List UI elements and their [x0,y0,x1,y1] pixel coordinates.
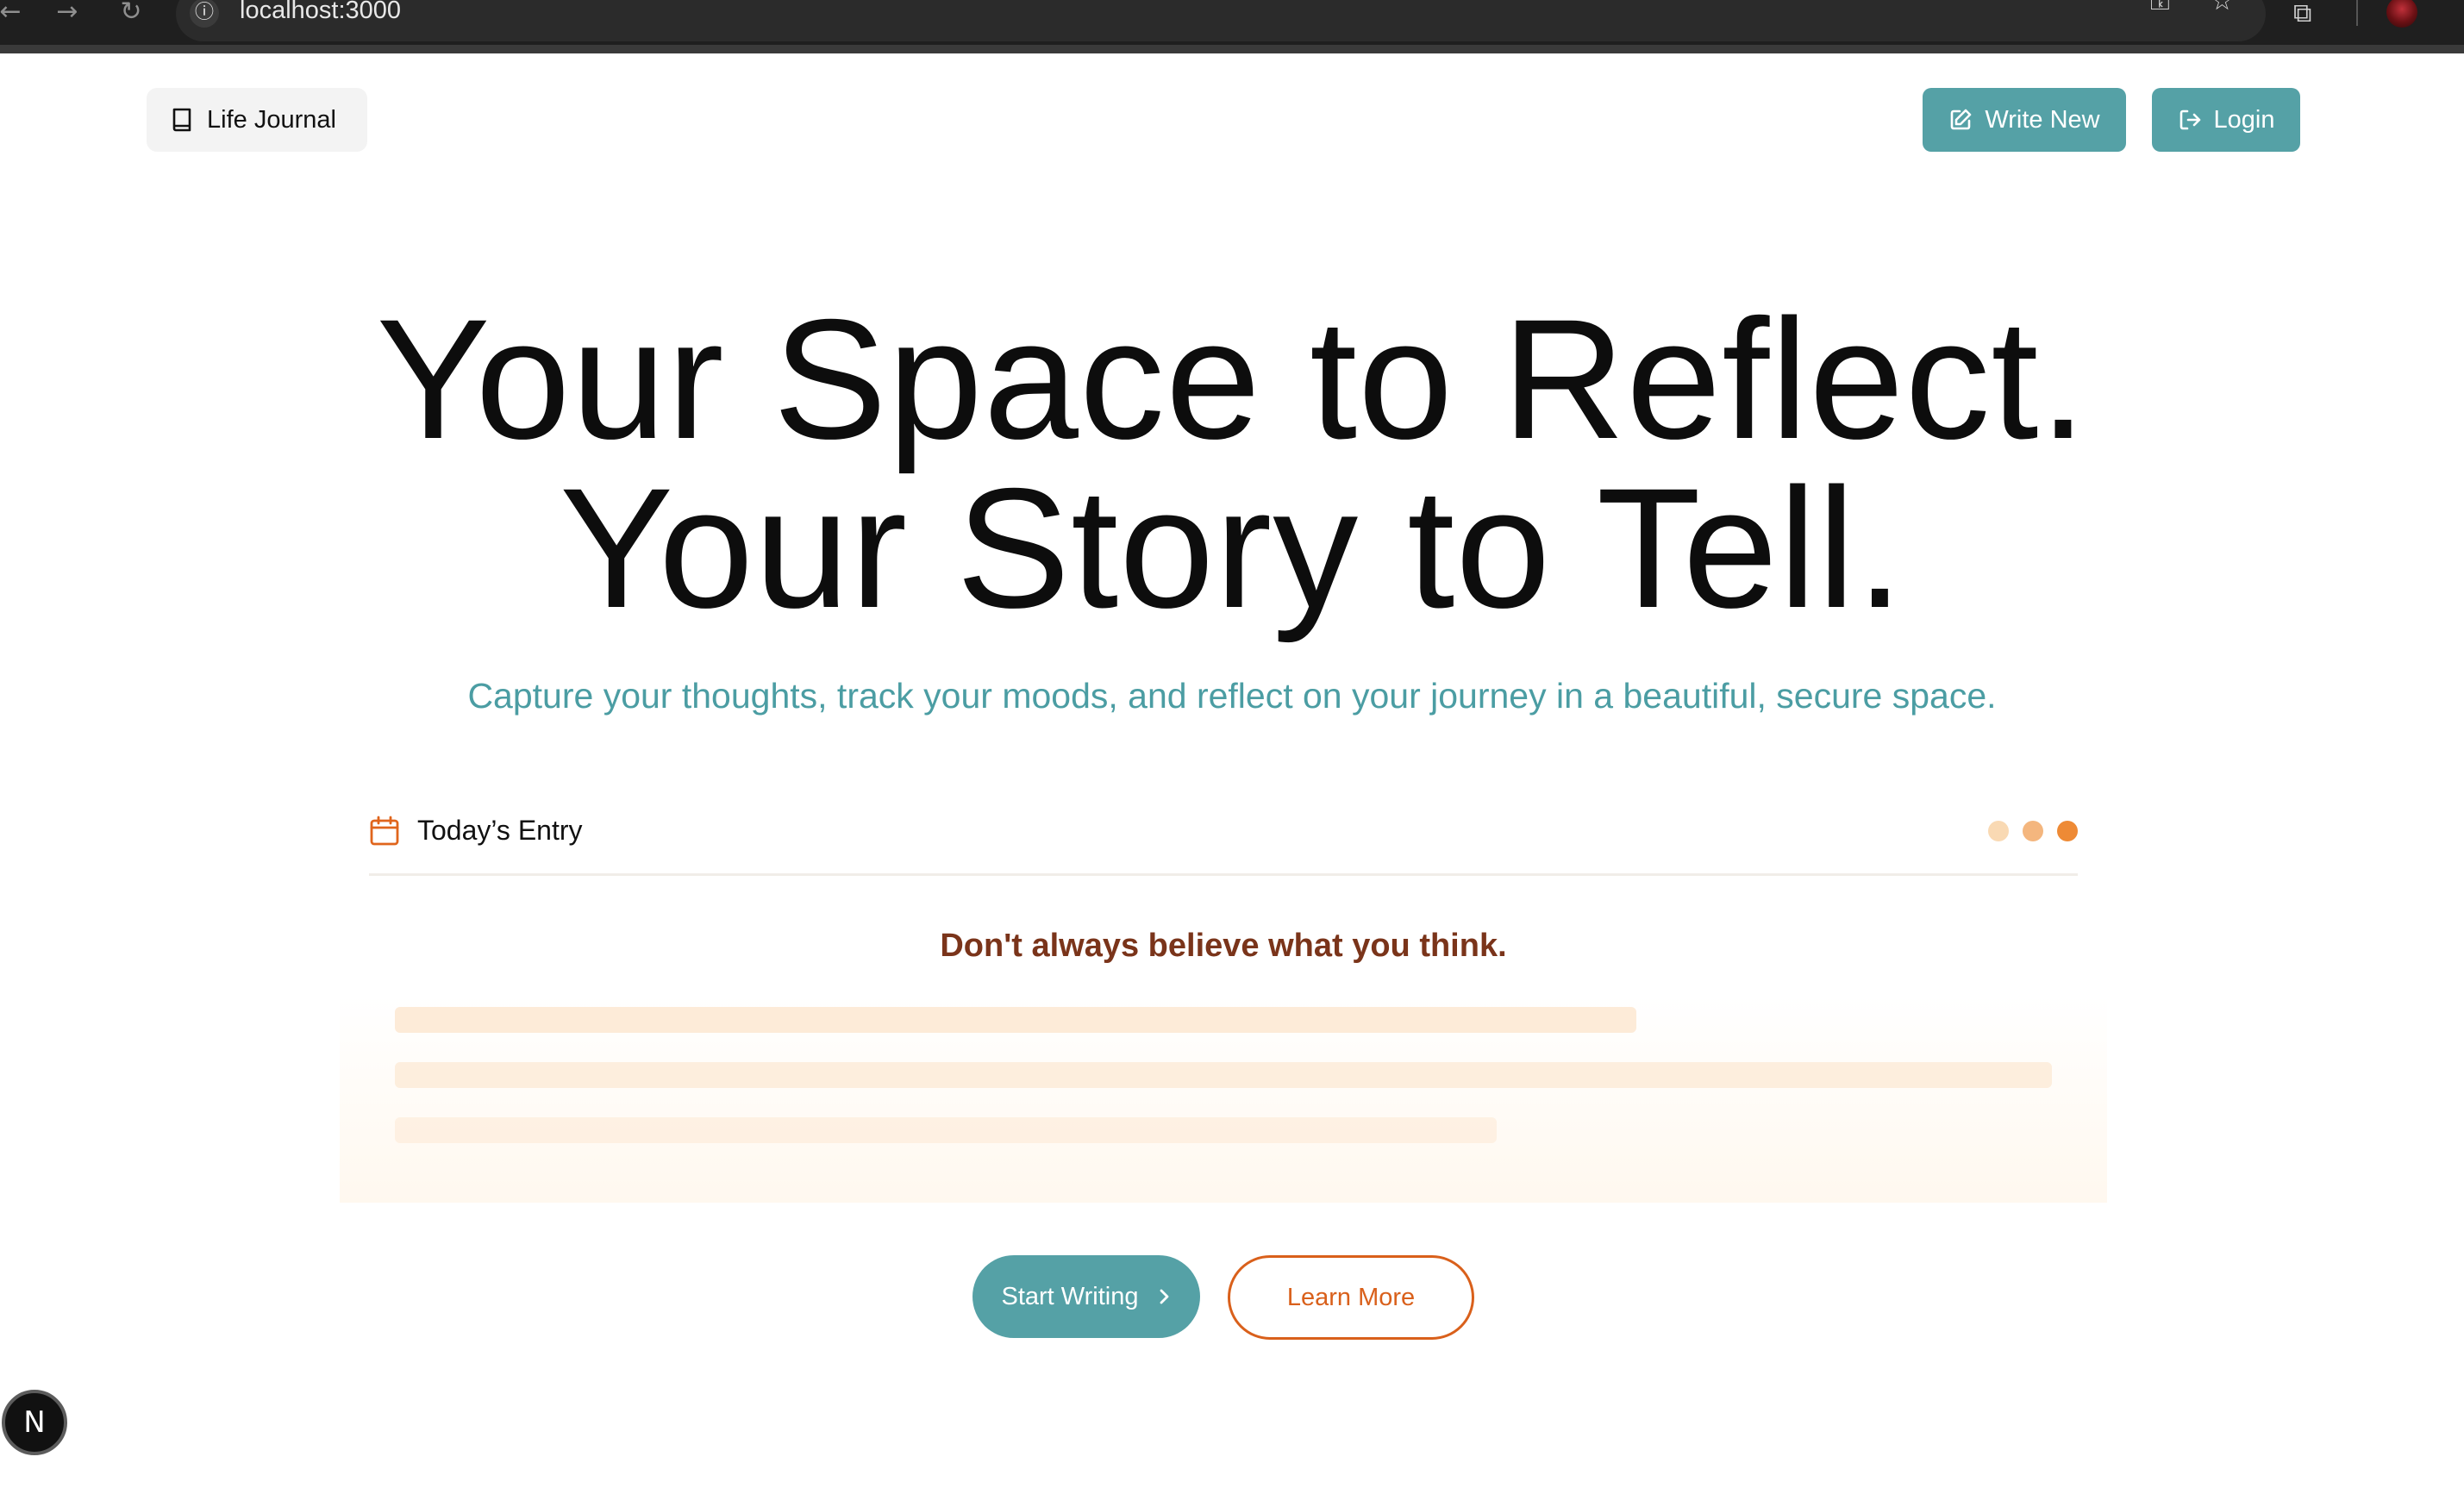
write-new-button[interactable]: Write New [1923,88,2126,152]
star-icon[interactable]: ☆ [2211,0,2234,16]
forward-arrow-icon[interactable]: → [50,0,84,26]
entry-card-header: Today’s Entry [369,807,2078,876]
learn-more-button[interactable]: Learn More [1228,1255,1474,1340]
toolbar-divider [2356,0,2358,26]
write-new-label: Write New [1985,105,2100,134]
chevron-right-icon [1160,1289,1168,1304]
entry-quote: Don't always believe what you think. [940,928,1507,964]
info-icon[interactable]: ⓘ [190,0,219,28]
entry-label: Today’s Entry [417,815,583,846]
mood-dot-1 [1988,821,2009,841]
placeholder-text-line [395,1007,1636,1033]
mood-dot-2 [2023,821,2043,841]
url-text[interactable]: localhost:3000 [240,0,401,25]
login-label: Login [2213,105,2275,134]
placeholder-text-line [395,1117,1497,1143]
reload-icon[interactable]: ↻ [114,0,148,26]
profile-avatar[interactable] [2386,0,2417,28]
puzzle-icon[interactable]: ⧉ [2293,0,2311,28]
start-writing-button[interactable]: Start Writing [972,1255,1200,1338]
mood-dots [1988,821,2078,841]
book-icon [172,108,191,132]
mood-dot-3 [2057,821,2078,841]
todays-entry-card: Today’s Entry Don't always believe what … [340,785,2107,1203]
brand-logo-button[interactable]: Life Journal [147,88,367,152]
key-icon[interactable]: ⚿ [2150,0,2170,16]
toolbar-bottom-edge [0,45,2464,53]
address-bar[interactable]: ⓘ localhost:3000 ⚿ ☆ [176,0,2266,41]
start-writing-label: Start Writing [1001,1282,1139,1310]
hero-title-line-1: Your Space to Reflect. [376,284,2088,474]
hero-title-line-2: Your Story to Tell. [560,453,1904,643]
nextjs-dev-badge[interactable]: N [2,1390,67,1455]
calendar-icon [370,816,399,845]
next-logo-icon: N [23,1405,46,1440]
hero-subtitle: Capture your thoughts, track your moods,… [467,676,1997,716]
login-button[interactable]: Login [2152,88,2300,152]
edit-icon [1951,109,1972,130]
learn-more-label: Learn More [1286,1283,1416,1311]
login-icon [2179,109,2200,130]
brand-label: Life Journal [207,105,336,134]
back-arrow-icon[interactable]: ← [0,0,28,26]
browser-toolbar: ← → ↻ ⓘ localhost:3000 ⚿ ☆ ⧉ [0,0,2464,53]
placeholder-text-line [395,1062,2052,1088]
hero-title: Your Space to Reflect. Your Story to Tel… [0,294,2464,634]
